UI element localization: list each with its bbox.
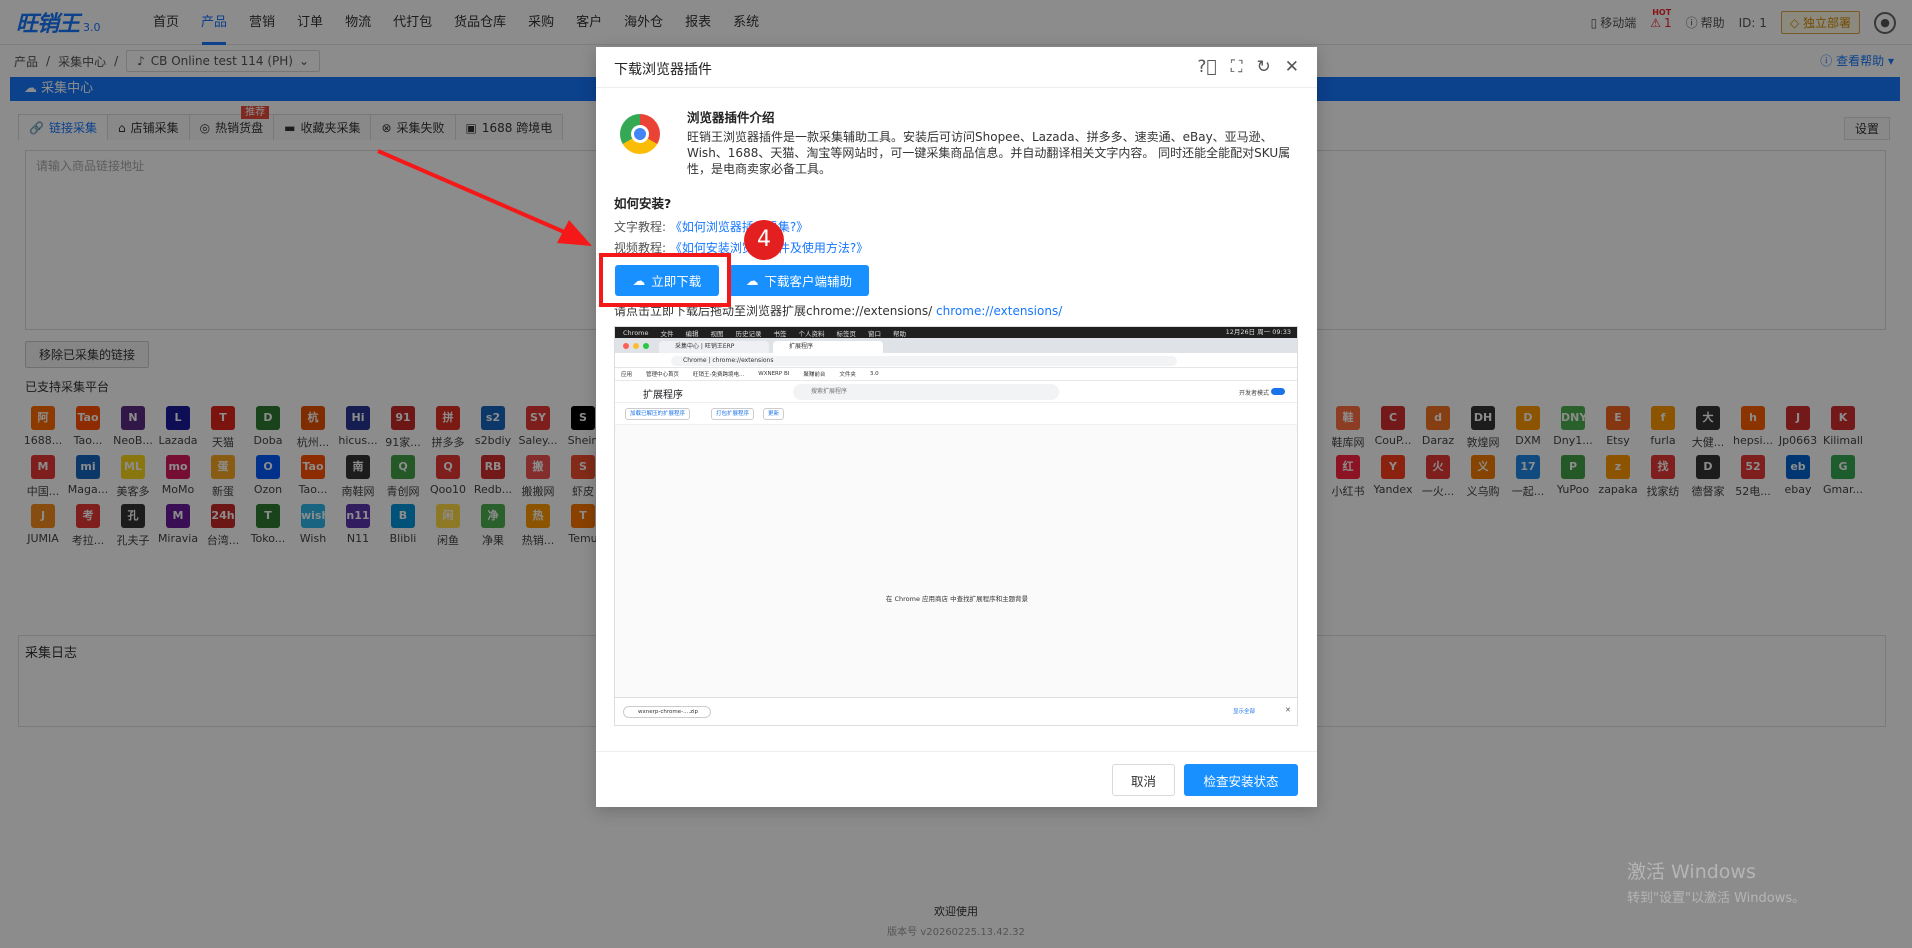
- step-badge: 4: [744, 220, 784, 260]
- highlight-box: [599, 253, 731, 307]
- annotation-arrow: [377, 149, 592, 246]
